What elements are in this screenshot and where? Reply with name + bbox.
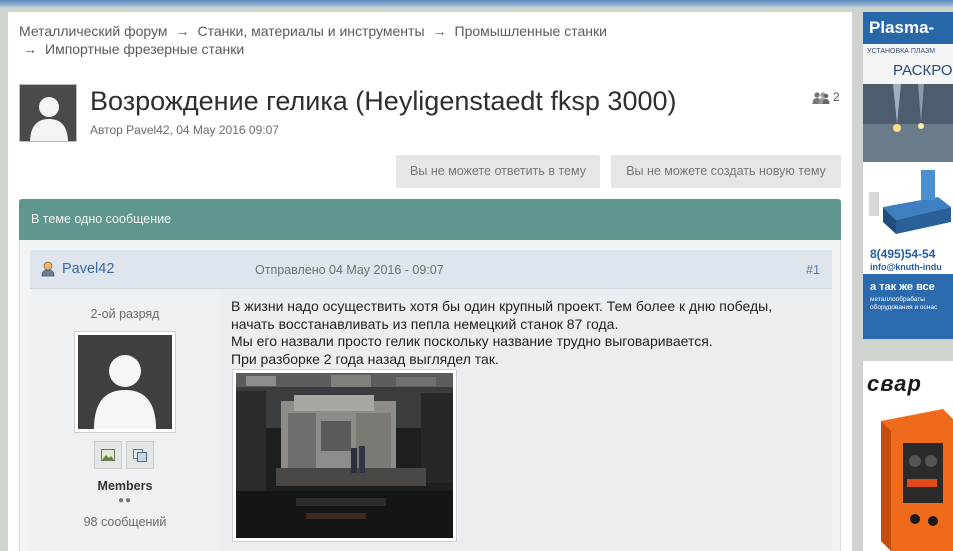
topic-author-line: Автор Pavel42, 04 May 2016 09:07	[90, 123, 279, 137]
ad-contact: 8(495)54-54 info@knuth-indu	[863, 242, 953, 274]
default-avatar-icon	[78, 335, 172, 429]
post-header: Pavel42 Отправлено 04 May 2016 - 09:07 #…	[30, 250, 832, 289]
ad-plasma-cutting-photo	[863, 84, 953, 162]
post-author-avatar[interactable]	[74, 331, 176, 433]
post-text-line: При разборке 2 года назад выглядел так.	[231, 350, 499, 367]
ad-subline-small: УСТАНОВКА ПЛАЗМ	[867, 48, 936, 55]
post-body: 2-ой разряд Members ●● 98 сообщений В жи…	[30, 289, 832, 551]
post-date: Отправлено 04 May 2016 - 09:07	[255, 263, 444, 277]
forum-main-panel: Металлический форум → Станки, материалы и …	[8, 12, 852, 551]
view-gallery-button[interactable]	[94, 441, 122, 469]
view-posts-button[interactable]	[126, 441, 154, 469]
copy-icon	[133, 448, 147, 462]
breadcrumb: Металлический форум → Станки, материалы и …	[19, 22, 839, 58]
topic-title: Возрождение гелика (Heyligenstaedt fksp …	[90, 86, 677, 116]
ad-subline-big: РАСКРО	[893, 62, 953, 79]
ad-footer-text-1: металлообрабаты	[870, 296, 925, 303]
new-topic-button-disabled[interactable]: Вы не можете создать новую тему	[611, 155, 841, 188]
author-action-buttons	[94, 441, 154, 469]
advertisement-plasma[interactable]: Plasma- УСТАНОВКА ПЛАЗМ РАСКРО 8(495)54-…	[863, 12, 953, 339]
ad-footer-headline: а так же все	[870, 281, 935, 293]
plasma-cutting-image	[863, 84, 953, 162]
breadcrumb-arrow: →	[23, 41, 37, 57]
users-icon	[812, 91, 830, 104]
breadcrumb-arrow: →	[175, 23, 190, 39]
post-text-line: В жизни надо осуществить хотя бы один кр…	[231, 298, 773, 314]
post-number-link[interactable]: #1	[806, 263, 820, 277]
topic-starter-avatar[interactable]	[19, 84, 77, 142]
breadcrumb-item-machines[interactable]: Станки, материалы и инструменты	[197, 23, 424, 39]
advertisement-welding[interactable]: свар	[863, 361, 953, 551]
user-group: Members	[97, 479, 153, 493]
ad-footer: а так же все металлообрабаты оборудовани…	[863, 274, 953, 339]
viewers-indicator: 2	[812, 90, 840, 104]
ad-footer-text-2: оборудования и оснас	[870, 304, 938, 311]
reply-button-disabled[interactable]: Вы не можете ответить в тему	[396, 155, 600, 188]
breadcrumb-item-forum[interactable]: Металлический форум	[19, 23, 167, 39]
ad-subline: УСТАНОВКА ПЛАЗМ РАСКРО	[863, 44, 953, 84]
top-banner-strip	[0, 0, 953, 8]
image-icon	[101, 449, 115, 461]
viewers-count: 2	[833, 90, 840, 104]
rank-pips: ●●	[117, 495, 133, 506]
post-container: Pavel42 Отправлено 04 May 2016 - 09:07 #…	[19, 240, 841, 551]
breadcrumb-arrow: →	[432, 23, 447, 39]
post-author-name[interactable]: Pavel42	[62, 261, 114, 277]
post-attached-photo[interactable]	[232, 369, 457, 542]
ad-phone: 8(495)54-54	[870, 247, 936, 261]
user-rank: 2-ой разряд	[90, 307, 160, 321]
user-profile-icon	[41, 261, 55, 277]
machine-photo-image	[236, 373, 453, 538]
post-text-line: начать восстанавливать из пепла немецкий…	[231, 315, 619, 332]
user-post-count: 98 сообщений	[83, 515, 167, 529]
cnc-machine-image	[863, 162, 953, 242]
author-info-column: 2-ой разряд Members ●● 98 сообщений	[30, 289, 220, 551]
breadcrumb-item-industrial[interactable]: Промышленные станки	[455, 23, 607, 39]
ad-email: info@knuth-indu	[870, 262, 942, 272]
topic-post-count-bar: В теме одно сообщение	[19, 199, 841, 240]
post-author[interactable]: Pavel42	[40, 260, 114, 277]
default-avatar-icon	[20, 85, 76, 141]
breadcrumb-item-milling[interactable]: Импортные фрезерные станки	[45, 41, 244, 57]
ad-cnc-machine-photo	[863, 162, 953, 242]
post-text-line: Мы его назвали просто гелик поскольку на…	[231, 333, 713, 349]
ad-headline: Plasma-	[863, 12, 953, 44]
ad-welding-title: свар	[867, 371, 922, 396]
post-content: В жизни надо осуществить хотя бы один кр…	[231, 298, 821, 368]
